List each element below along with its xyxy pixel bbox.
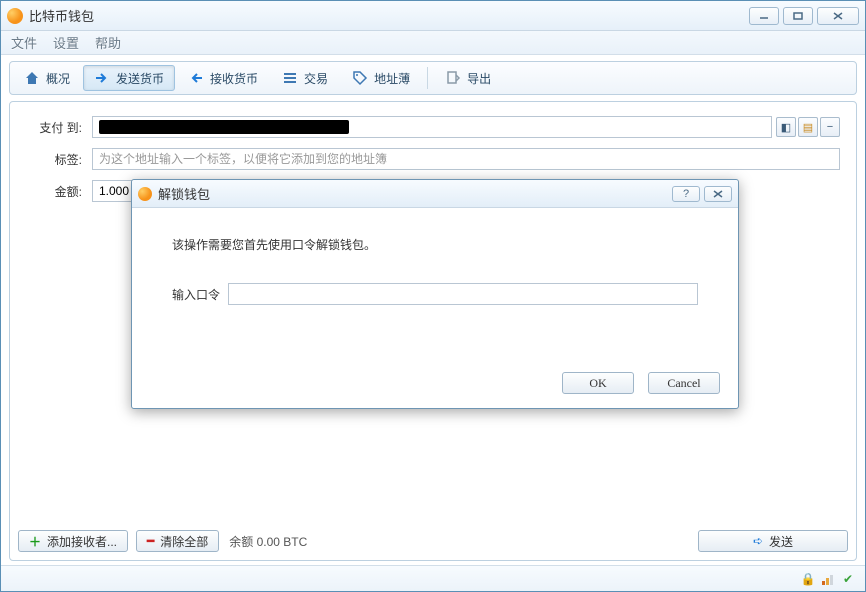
lock-icon: 🔒 — [801, 572, 815, 586]
send-icon — [94, 70, 110, 86]
tab-export[interactable]: 导出 — [434, 65, 502, 91]
tab-receive[interactable]: 接收货币 — [177, 65, 269, 91]
toolbar: 概况 发送货币 接收货币 交易 地址薄 导出 — [9, 61, 857, 95]
balance-text: 余额 0.00 BTC — [229, 533, 307, 550]
tab-transactions-label: 交易 — [304, 70, 328, 87]
unlock-dialog: 解锁钱包 ? 该操作需要您首先使用口令解锁钱包。 输入口令 OK Cancel — [131, 179, 739, 409]
tab-addressbook[interactable]: 地址薄 — [341, 65, 421, 91]
send-button-label: 发送 — [769, 533, 793, 550]
toolbar-separator — [427, 67, 428, 89]
network-icon: ✔ — [841, 572, 855, 586]
paste-button[interactable]: ▤ — [798, 117, 818, 137]
dialog-close-button[interactable] — [704, 186, 732, 202]
list-icon — [282, 70, 298, 86]
tab-export-label: 导出 — [467, 70, 491, 87]
add-recipient-button[interactable]: ＋ 添加接收者... — [18, 530, 128, 552]
statusbar: 🔒 ✔ — [1, 565, 865, 591]
password-input[interactable] — [228, 283, 698, 305]
ok-button[interactable]: OK — [562, 372, 634, 394]
ok-button-label: OK — [589, 376, 606, 391]
amount-label: 金额: — [26, 183, 92, 200]
titlebar: 比特币钱包 — [1, 1, 865, 31]
close-button[interactable] — [817, 7, 859, 25]
app-window: 比特币钱包 文件 设置 帮助 概况 发送货币 接收货币 交易 地址 — [0, 0, 866, 592]
bitcoin-icon — [138, 187, 152, 201]
cancel-button-label: Cancel — [667, 376, 700, 391]
tab-overview[interactable]: 概况 — [13, 65, 81, 91]
trash-icon: ━ — [147, 534, 154, 548]
minus-icon: − — [827, 121, 833, 133]
paste-icon: ▤ — [803, 121, 813, 134]
send-arrow-icon: ➪ — [753, 534, 763, 548]
label-label: 标签: — [26, 151, 92, 168]
tab-transactions[interactable]: 交易 — [271, 65, 339, 91]
minimize-button[interactable] — [749, 7, 779, 25]
tab-receive-label: 接收货币 — [210, 70, 258, 87]
payto-value-redacted — [99, 120, 349, 134]
clear-address-button[interactable]: − — [820, 117, 840, 137]
sync-icon — [821, 572, 835, 586]
tab-overview-label: 概况 — [46, 70, 70, 87]
receive-icon — [188, 70, 204, 86]
cancel-button[interactable]: Cancel — [648, 372, 720, 394]
bitcoin-icon — [7, 8, 23, 24]
label-input[interactable] — [92, 148, 840, 170]
book-icon: ◧ — [781, 121, 791, 134]
tab-send[interactable]: 发送货币 — [83, 65, 175, 91]
tab-addressbook-label: 地址薄 — [374, 70, 410, 87]
menu-settings[interactable]: 设置 — [53, 33, 79, 52]
password-label: 输入口令 — [172, 286, 220, 303]
menu-file[interactable]: 文件 — [11, 33, 37, 52]
dialog-help-button[interactable]: ? — [672, 186, 700, 202]
panel-bottom-bar: ＋ 添加接收者... ━ 清除全部 余额 0.00 BTC ➪ 发送 — [18, 530, 848, 552]
maximize-button[interactable] — [783, 7, 813, 25]
payto-input[interactable] — [92, 116, 772, 138]
add-recipient-label: 添加接收者... — [47, 533, 117, 550]
clear-all-label: 清除全部 — [160, 533, 208, 550]
clear-all-button[interactable]: ━ 清除全部 — [136, 530, 219, 552]
plus-icon: ＋ — [29, 533, 41, 550]
tab-send-label: 发送货币 — [116, 70, 164, 87]
addressbook-button[interactable]: ◧ — [776, 117, 796, 137]
tag-icon — [352, 70, 368, 86]
menubar: 文件 设置 帮助 — [1, 31, 865, 55]
payto-label: 支付 到: — [26, 119, 92, 136]
window-title: 比特币钱包 — [29, 6, 749, 25]
home-icon — [24, 70, 40, 86]
menu-help[interactable]: 帮助 — [95, 33, 121, 52]
send-button[interactable]: ➪ 发送 — [698, 530, 848, 552]
dialog-title: 解锁钱包 — [158, 184, 668, 203]
export-icon — [445, 70, 461, 86]
dialog-message: 该操作需要您首先使用口令解锁钱包。 — [172, 236, 698, 253]
dialog-titlebar: 解锁钱包 ? — [132, 180, 738, 208]
